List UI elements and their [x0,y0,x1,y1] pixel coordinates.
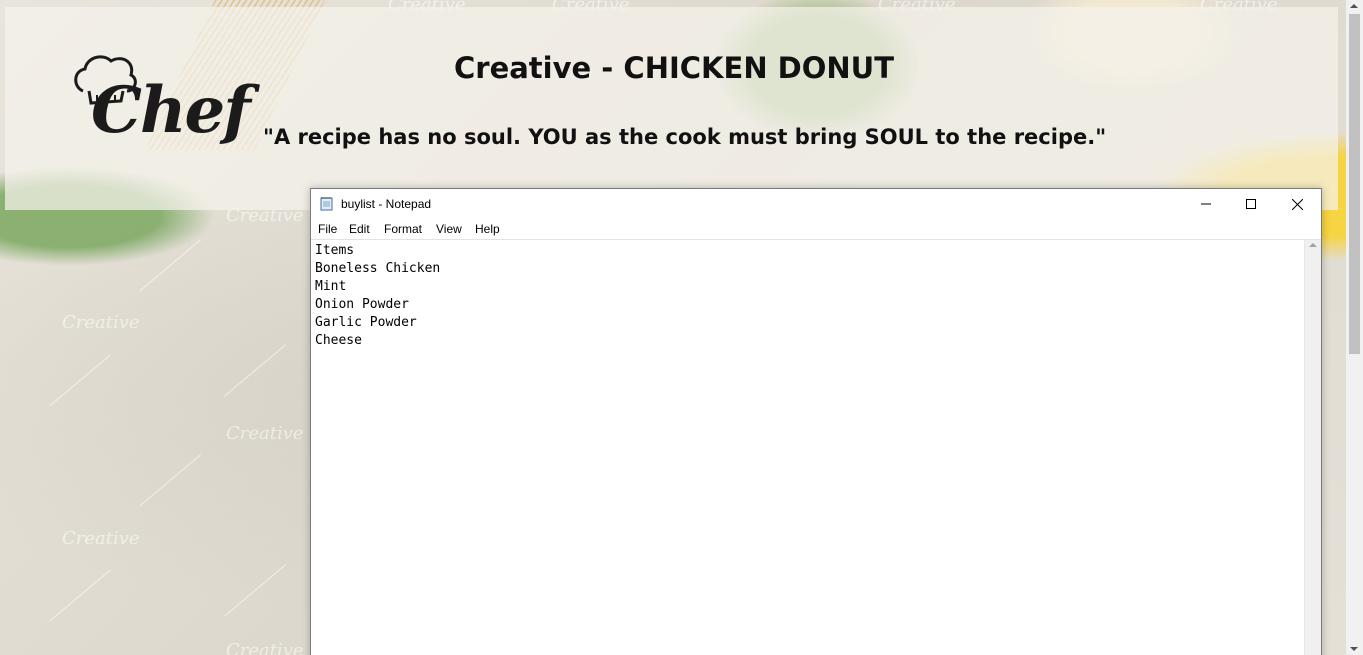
notepad-icon [320,197,333,211]
minimize-icon [1201,203,1211,205]
page-scrollbar[interactable] [1346,0,1363,655]
watermark: Creative [62,528,140,549]
text-line: Garlic Powder [315,315,417,330]
watermark: Creative [62,312,140,333]
menu-view[interactable]: View [436,222,462,236]
text-line: Items [315,243,355,258]
menu-bar: File Edit Format View Help [311,219,1321,240]
text-line: Cheese [315,333,362,348]
recipe-quote: "A recipe has no soul. YOU as the cook m… [263,125,1107,149]
scroll-down-arrow-icon[interactable] [1350,647,1358,651]
maximize-button[interactable] [1228,189,1274,219]
divider-line [49,569,111,622]
page-scroll-thumb[interactable] [1349,14,1360,354]
window-title: buylist - Notepad [341,197,432,211]
menu-file[interactable]: File [318,222,337,236]
header-banner: Chef Creative - CHICKEN DONUT "A recipe … [5,7,1338,210]
notepad-window[interactable]: buylist - Notepad File Edit Format View … [310,188,1322,655]
maximize-icon [1246,199,1256,209]
close-button[interactable] [1274,189,1320,219]
divider-line [224,564,286,617]
menu-help[interactable]: Help [475,222,500,236]
text-editor[interactable]: Items Boneless Chicken Mint Onion Powder… [311,240,1305,655]
page-title: Creative - CHICKEN DONUT [453,51,895,85]
minimize-button[interactable] [1183,189,1229,219]
window-titlebar[interactable]: buylist - Notepad [311,189,1321,219]
menu-edit[interactable]: Edit [349,222,370,236]
divider-line [224,344,286,397]
divider-line [139,454,201,507]
text-line: Boneless Chicken [315,261,441,276]
text-line: Mint [315,279,347,294]
watermark: Creative [226,423,304,444]
watermark: Creative [226,640,304,655]
menu-format[interactable]: Format [384,222,422,236]
scroll-up-arrow-icon[interactable] [1350,4,1358,8]
text-line: Onion Powder [315,297,409,312]
editor-scrollbar[interactable] [1304,240,1321,655]
divider-line [139,239,201,292]
divider-line [49,354,111,407]
close-icon [1291,198,1303,210]
scroll-up-icon[interactable] [1309,243,1317,247]
